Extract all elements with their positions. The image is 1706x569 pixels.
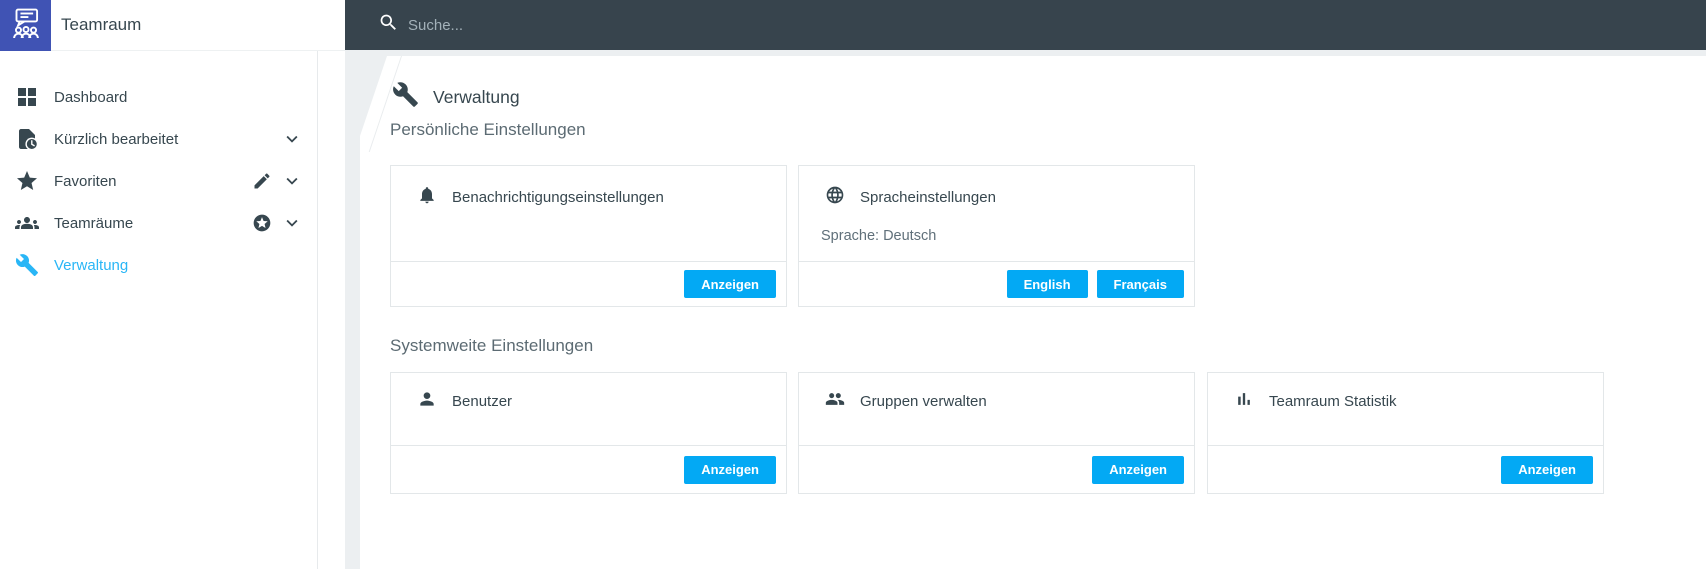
sidebar-item-teamraeume[interactable]: Teamräume: [0, 202, 317, 244]
dashboard-grid-icon: [15, 85, 39, 109]
wrench-icon: [392, 81, 433, 113]
card-footer: English Français: [799, 261, 1194, 306]
chevron-down-icon[interactable]: [281, 128, 303, 150]
card-body: Teamraum Statistik: [1208, 373, 1603, 445]
groups-icon: [15, 211, 39, 235]
anzeigen-button[interactable]: Anzeigen: [684, 455, 776, 484]
card-footer: Anzeigen: [1208, 445, 1603, 493]
sidebar-item-label: Dashboard: [54, 88, 128, 106]
page-title: Verwaltung: [433, 86, 520, 107]
card-body: Spracheinstellungen Sprache: Deutsch: [799, 166, 1194, 261]
card-spracheinstellungen: Spracheinstellungen Sprache: Deutsch Eng…: [798, 165, 1195, 307]
recent-document-clock-icon: [15, 127, 39, 151]
card-benachrichtigungseinstellungen: Benachrichtigungseinstellungen Anzeigen: [390, 165, 787, 307]
star-circle-icon[interactable]: [252, 213, 272, 233]
sidebar-item-label: Teamräume: [54, 214, 134, 232]
anzeigen-button[interactable]: Anzeigen: [1092, 455, 1184, 484]
card-title: Benutzer: [452, 393, 513, 410]
chevron-down-icon[interactable]: [281, 170, 303, 192]
edit-pencil-icon[interactable]: [252, 171, 272, 191]
chevron-down-icon[interactable]: [281, 212, 303, 234]
wrench-icon: [15, 253, 39, 277]
card-body: Gruppen verwalten: [799, 373, 1194, 445]
top-search-bar: [345, 0, 1706, 50]
card-title: Spracheinstellungen: [860, 189, 996, 206]
card-footer: Anzeigen: [799, 445, 1194, 493]
sidebar-item-label: Verwaltung: [54, 256, 129, 274]
app-title: Teamraum: [61, 15, 142, 34]
person-icon: [417, 389, 452, 414]
card-footer: Anzeigen: [391, 445, 786, 493]
sidebar-item-label: Kürzlich bearbeitet: [54, 130, 179, 148]
globe-icon: [825, 185, 860, 210]
card-body: Benachrichtigungseinstellungen: [391, 166, 786, 261]
sidebar-item-verwaltung[interactable]: Verwaltung: [0, 244, 317, 286]
card-benutzer: Benutzer Anzeigen: [390, 372, 787, 494]
current-language-text: Sprache: Deutsch: [821, 228, 937, 244]
card-gruppen-verwalten: Gruppen verwalten Anzeigen: [798, 372, 1195, 494]
card-footer: Anzeigen: [391, 261, 786, 306]
francais-button[interactable]: Français: [1096, 270, 1184, 298]
people-icon: [825, 389, 860, 414]
section-heading-persoenliche: Persönliche Einstellungen: [390, 120, 586, 139]
anzeigen-button[interactable]: Anzeigen: [684, 270, 776, 298]
teamraum-logo[interactable]: [0, 0, 51, 51]
sidebar-item-favoriten[interactable]: Favoriten: [0, 160, 317, 202]
card-title: Benachrichtigungseinstellungen: [452, 189, 664, 206]
chat-people-icon: [7, 4, 45, 47]
search-field[interactable]: [378, 12, 828, 38]
sidebar-item-label: Favoriten: [54, 172, 117, 190]
english-button[interactable]: English: [1006, 270, 1088, 298]
card-teamraum-statistik: Teamraum Statistik Anzeigen: [1207, 372, 1604, 494]
card-body: Benutzer: [391, 373, 786, 445]
brand-header: Teamraum: [0, 0, 345, 51]
search-input[interactable]: [408, 16, 828, 34]
search-icon: [378, 12, 408, 38]
page-header: Verwaltung: [392, 81, 520, 113]
sidebar: Dashboard Kürzlich bearbeitet Favoriten: [0, 51, 318, 569]
bar-chart-icon: [1234, 389, 1269, 414]
anzeigen-button[interactable]: Anzeigen: [1501, 455, 1593, 484]
star-icon: [15, 169, 39, 193]
sidebar-item-kuerzlich-bearbeitet[interactable]: Kürzlich bearbeitet: [0, 118, 317, 160]
card-title: Gruppen verwalten: [860, 393, 987, 410]
content-panel: Verwaltung Persönliche Einstellungen Ben…: [360, 56, 1706, 569]
sidebar-item-dashboard[interactable]: Dashboard: [0, 76, 317, 118]
section-heading-systemweite: Systemweite Einstellungen: [390, 336, 594, 355]
main-background: Verwaltung Persönliche Einstellungen Ben…: [345, 50, 1706, 569]
bell-icon: [417, 185, 452, 210]
card-title: Teamraum Statistik: [1269, 393, 1397, 410]
